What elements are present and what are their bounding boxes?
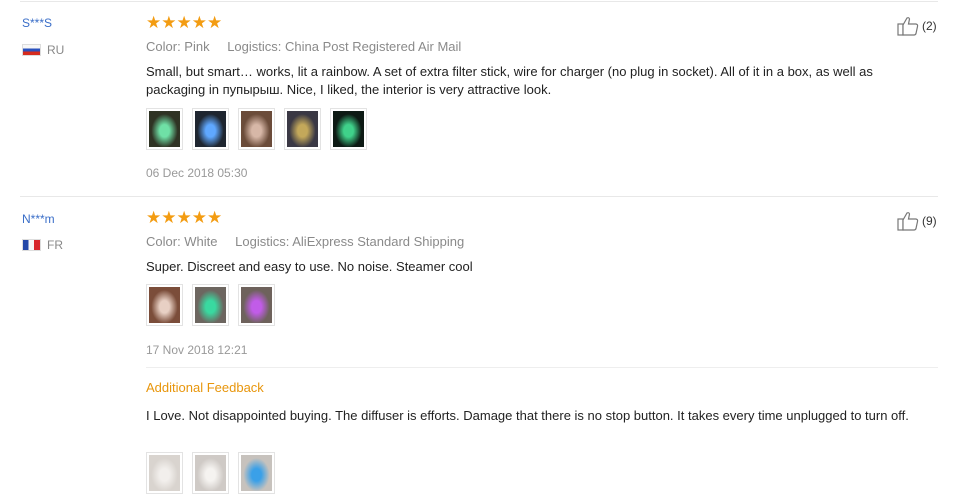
order-info: Color: White Logistics: AliExpress Stand…: [146, 234, 464, 249]
review-photos: [146, 108, 376, 150]
review-photo-thumbnail[interactable]: [238, 108, 275, 150]
country-code: RU: [47, 43, 65, 57]
star-rating-text: ★★★★★: [146, 208, 223, 227]
review-photo-thumbnail[interactable]: [146, 284, 183, 326]
photo-image: [241, 455, 272, 491]
review-date: 06 Dec 2018 05:30: [146, 166, 248, 180]
logistics-info: Logistics: China Post Registered Air Mai…: [227, 39, 462, 54]
helpful-button[interactable]: (2): [897, 16, 937, 36]
review-divider: [20, 196, 938, 197]
photo-image: [241, 287, 272, 323]
helpful-button[interactable]: (9): [897, 211, 937, 231]
additional-feedback-label: Additional Feedback: [146, 380, 264, 395]
review-photo-thumbnail[interactable]: [146, 108, 183, 150]
reviewer-country: FR: [22, 238, 63, 252]
review-photo-thumbnail[interactable]: [192, 284, 229, 326]
star-rating: ★★★★★: [146, 208, 223, 227]
russia-flag-icon: [22, 44, 41, 56]
review-photo-thumbnail[interactable]: [238, 284, 275, 326]
photo-image: [195, 111, 226, 147]
photo-image: [149, 287, 180, 323]
helpful-count: (9): [922, 214, 937, 228]
additional-feedback-photos: [146, 452, 284, 494]
photo-image: [195, 455, 226, 491]
photo-image: [149, 455, 180, 491]
reviewer-country: RU: [22, 43, 64, 57]
feedback-divider: [146, 367, 938, 368]
thumbs-up-icon: [897, 17, 919, 36]
photo-image: [287, 111, 318, 147]
top-divider: [20, 1, 938, 2]
reviewer-name[interactable]: N***m: [22, 212, 55, 226]
photo-image: [149, 111, 180, 147]
helpful-count: (2): [922, 19, 937, 33]
review-date: 17 Nov 2018 12:21: [146, 343, 248, 357]
review-text: Small, but smart… works, lit a rainbow. …: [146, 64, 873, 97]
photo-image: [333, 111, 364, 147]
product-color: Color: Pink: [146, 39, 210, 54]
review-photo-thumbnail[interactable]: [330, 108, 367, 150]
review-text: Super. Discreet and easy to use. No nois…: [146, 259, 473, 274]
thumbs-up-icon: [897, 212, 919, 231]
order-info: Color: Pink Logistics: China Post Regist…: [146, 39, 461, 54]
reviewer-name[interactable]: S***S: [22, 16, 52, 30]
review-photo-thumbnail[interactable]: [192, 108, 229, 150]
product-color: Color: White: [146, 234, 218, 249]
star-rating: ★★★★★: [146, 13, 223, 32]
review-photo-thumbnail[interactable]: [284, 108, 321, 150]
photo-image: [241, 111, 272, 147]
review-photos: [146, 284, 284, 326]
france-flag-icon: [22, 239, 41, 251]
additional-feedback-text: I Love. Not disappointed buying. The dif…: [146, 408, 909, 423]
photo-image: [195, 287, 226, 323]
review-photo-thumbnail[interactable]: [238, 452, 275, 494]
review-photo-thumbnail[interactable]: [192, 452, 229, 494]
star-rating-text: ★★★★★: [146, 13, 223, 32]
review-photo-thumbnail[interactable]: [146, 452, 183, 494]
logistics-info: Logistics: AliExpress Standard Shipping: [235, 234, 465, 249]
country-code: FR: [47, 238, 63, 252]
